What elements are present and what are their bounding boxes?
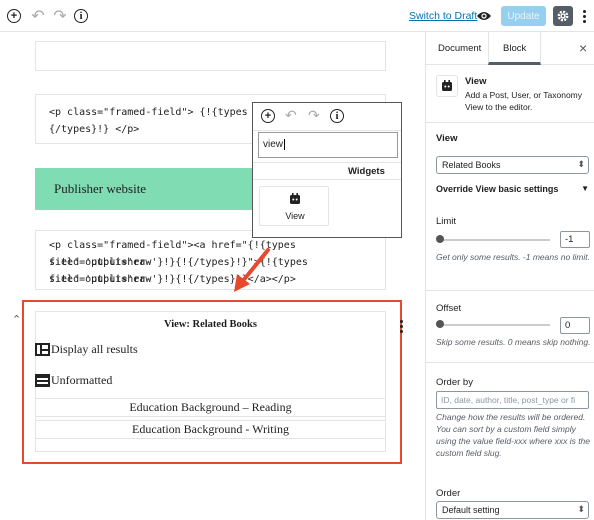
chevron-up-icon[interactable]: ⌃ — [12, 313, 21, 326]
code-block-publisher-link[interactable]: <p class="framed-field"><a href="{!{type… — [35, 230, 386, 290]
limit-slider[interactable] — [440, 239, 550, 241]
redo-icon[interactable]: ↷ — [308, 107, 320, 124]
gear-icon — [557, 10, 569, 22]
divider — [426, 290, 594, 291]
order-by-input[interactable]: ID, date, author, title, post_type or fi — [436, 391, 589, 409]
limit-input[interactable]: -1 — [560, 231, 590, 248]
widgets-category-header[interactable]: Widgets — [253, 162, 401, 180]
order-select-value: Default setting — [442, 505, 500, 515]
limit-label: Limit — [436, 216, 457, 227]
view-result-item: Education Background – Reading — [35, 398, 386, 417]
more-options-button[interactable] — [578, 6, 590, 26]
info-button[interactable]: i — [330, 109, 344, 123]
divider — [253, 130, 401, 131]
order-select[interactable]: Default setting — [436, 501, 589, 519]
top-toolbar: + ↶ ↷ i Switch to Draft Update — [0, 0, 594, 32]
film-icon — [35, 343, 50, 356]
offset-label: Offset — [436, 303, 462, 314]
inserter-search-value: view — [263, 139, 284, 150]
block-description: Add a Post, User, or Taxonomy View to th… — [465, 90, 583, 112]
limit-slider-handle[interactable] — [436, 235, 444, 243]
order-by-help-text: Change how the results will be ordered. … — [436, 412, 591, 458]
widgets-category-label: Widgets — [348, 166, 385, 177]
settings-button[interactable] — [553, 6, 573, 26]
switch-to-draft-link[interactable]: Switch to Draft — [409, 10, 477, 22]
view-block-tile[interactable]: View — [259, 186, 329, 226]
info-icon: i — [330, 109, 344, 123]
tab-block[interactable]: Block — [488, 32, 541, 65]
code-line: {/types}!} </p> — [49, 124, 140, 135]
block-inserter-popover: + ↶ ↷ i view Widgets View — [252, 102, 402, 238]
block-name: View — [465, 76, 487, 87]
update-button[interactable]: Update — [501, 6, 546, 26]
sidebar-tabs: Document Block × — [426, 32, 594, 65]
inserter-add-button[interactable]: + — [261, 109, 275, 123]
display-all-results-text: Display all results — [51, 342, 138, 356]
limit-help-text: Get only some results. -1 means no limit… — [436, 252, 591, 262]
close-icon[interactable]: × — [579, 40, 587, 56]
block-more-icon[interactable] — [400, 320, 404, 333]
order-by-label: Order by — [436, 377, 473, 388]
inserter-search-input[interactable]: view — [258, 132, 398, 158]
publisher-heading-text: Publisher website — [54, 181, 147, 196]
annotation-arrow — [234, 248, 270, 292]
plus-icon: + — [261, 109, 275, 123]
block-type-icon — [436, 75, 458, 97]
info-icon: i — [74, 9, 88, 23]
offset-slider-handle[interactable] — [436, 320, 444, 328]
divider — [426, 362, 594, 363]
empty-block[interactable] — [35, 41, 386, 71]
redo-icon[interactable]: ↷ — [50, 6, 70, 26]
divider — [426, 122, 594, 123]
view-select-value: Related Books — [442, 160, 501, 170]
view-block-title: View: Related Books — [164, 319, 257, 330]
order-label: Order — [436, 488, 461, 499]
display-all-results-row: Display all results — [35, 342, 138, 357]
info-button[interactable]: i — [71, 6, 91, 26]
view-result-item: Education Background - Writing — [35, 420, 386, 439]
offset-input[interactable]: 0 — [560, 317, 590, 334]
plus-icon: + — [7, 9, 21, 23]
eye-icon — [477, 12, 491, 20]
undo-icon[interactable]: ↶ — [285, 107, 297, 124]
unformatted-text: Unformatted — [51, 373, 113, 387]
override-settings-toggle[interactable]: Override View basic settings ▼ — [436, 184, 591, 194]
caret-down-icon: ▼ — [581, 184, 589, 193]
offset-help-text: Skip some results. 0 means skip nothing. — [436, 337, 591, 347]
unformatted-row: Unformatted — [35, 373, 112, 388]
preview-button[interactable] — [474, 6, 494, 26]
code-line: <p class="framed-field"> {!{types fiel — [49, 107, 278, 118]
table-icon — [35, 374, 50, 387]
tab-document[interactable]: Document — [438, 43, 481, 54]
kebab-dot-icon — [582, 9, 586, 13]
view-block-tile-label: View — [285, 211, 305, 221]
offset-slider[interactable] — [440, 324, 550, 326]
view-select[interactable]: Related Books — [436, 156, 589, 174]
undo-icon[interactable]: ↶ — [28, 6, 48, 26]
view-block-icon — [290, 193, 300, 204]
view-block-icon — [442, 80, 452, 91]
view-section-label: View — [436, 133, 458, 144]
add-block-button[interactable]: + — [4, 6, 24, 26]
